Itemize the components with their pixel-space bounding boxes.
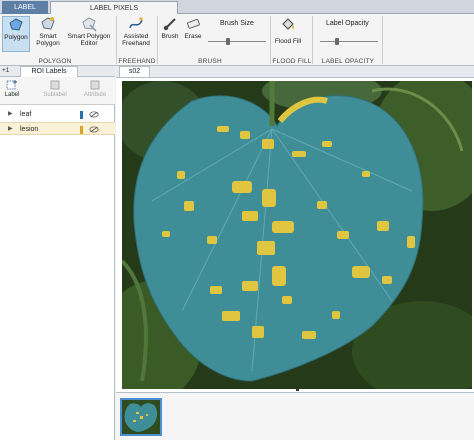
ribbon-separator [157,16,158,64]
label-opacity-title: Label Opacity [326,20,369,27]
left-panel-tab-bar: +1 ROI Labels [0,66,115,77]
add-label-icon [6,80,17,90]
roi-labels-panel: +1 ROI Labels Label Sublabel Attribute ▶… [0,66,115,440]
add-label-button[interactable]: Label [4,79,20,98]
label-row-leaf[interactable]: ▶ leaf [0,108,115,121]
label-color-swatch [80,126,83,134]
ribbon-separator [312,16,313,64]
sublabel-button[interactable]: Sublabel [42,79,68,98]
eraser-icon [187,18,200,29]
image-thumbnail[interactable] [120,398,162,436]
assisted-freehand-button[interactable]: Assisted Freehand [118,16,154,47]
flood-fill-button[interactable]: Flood Fill [272,16,304,45]
smart-polygon-editor-button[interactable]: Smart Polygon Editor [65,16,113,47]
smart-polygon-editor-label: Smart Polygon Editor [67,33,111,47]
ribbon-toolbar: Polygon Smart Polygon Smart Polygon Edit… [0,14,474,66]
assisted-freehand-label: Assisted Freehand [122,33,150,47]
polygon-tool-button[interactable]: Polygon [2,16,30,52]
polygon-tool-label: Polygon [4,34,28,41]
brush-button[interactable]: Brush [159,16,181,40]
leaf-image [122,81,472,389]
attribute-button[interactable]: Attribute [82,79,108,98]
label-name: leaf [20,111,32,118]
label-opacity-slider[interactable] [320,41,378,42]
ribbon-separator [116,16,117,64]
flood-fill-label: Flood Fill [274,38,302,45]
tab-image-s02[interactable]: s02 [119,66,150,77]
assisted-freehand-icon [129,17,143,29]
label-visibility-icon[interactable] [89,111,99,118]
section-polygon: POLYGON [38,58,72,65]
expand-arrow-icon[interactable]: ▶ [8,123,13,136]
brush-size-slider[interactable] [208,41,266,42]
section-freehand: FREEHAND [118,58,156,65]
label-color-swatch [80,111,83,119]
brush-icon [163,18,176,31]
polygon-icon [9,18,23,31]
erase-label: Erase [184,33,202,40]
section-flood-fill: FLOOD FILL [272,58,312,65]
labeling-canvas[interactable] [122,81,472,389]
smart-polygon-button[interactable]: Smart Polygon [33,16,63,47]
image-filmstrip [116,392,474,440]
panel-plus-indicator[interactable]: +1 [2,67,9,74]
smart-polygon-editor-icon [82,17,97,32]
splitter-handle[interactable] [296,388,299,391]
image-panel: s02 [116,66,474,440]
ribbon-separator [382,16,383,64]
tab-label-pixels[interactable]: LABEL PIXELS [50,1,178,15]
brush-label: Brush [161,33,179,40]
sublabel-icon [50,80,60,90]
app-window: LABEL LABEL PIXELS Polygon Smart Polygon… [0,0,474,440]
attribute-text: Attribute [83,92,107,98]
tab-label[interactable]: LABEL [2,1,48,14]
add-label-text: Label [4,92,20,98]
top-tab-strip: LABEL LABEL PIXELS [0,0,474,15]
section-brush: BRUSH [198,58,222,65]
thumbnail-image [122,400,160,434]
expand-arrow-icon[interactable]: ▶ [8,108,13,121]
sublabel-text: Sublabel [43,92,67,98]
image-tab-bar: s02 [116,66,474,78]
label-row-lesion[interactable]: ▶ lesion [0,122,115,135]
section-label-opacity: LABEL OPACITY [321,58,375,65]
attribute-icon [90,80,100,90]
tab-roi-labels[interactable]: ROI Labels [20,66,78,77]
label-opacity-slider-knob[interactable] [335,38,340,45]
erase-button[interactable]: Erase [182,16,204,40]
label-tools-bar: Label Sublabel Attribute [0,77,115,105]
label-name: lesion [20,126,39,133]
paint-bucket-icon [282,18,294,30]
ribbon-separator [270,16,271,64]
brush-size-title: Brush Size [220,20,254,27]
label-visibility-icon[interactable] [89,126,99,133]
smart-polygon-label: Smart Polygon [36,33,60,47]
brush-size-slider-knob[interactable] [226,38,231,45]
smart-polygon-icon [41,17,55,30]
